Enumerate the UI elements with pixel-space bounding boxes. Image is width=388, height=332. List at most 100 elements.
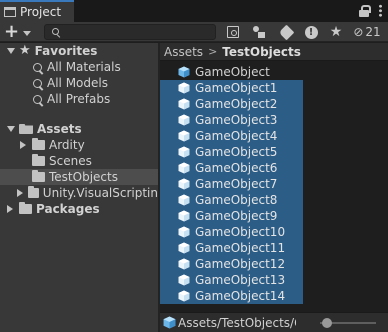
folder-icon bbox=[19, 202, 32, 214]
folder-icon bbox=[32, 154, 45, 166]
tree-favorite-item[interactable]: All Prefabs bbox=[0, 91, 158, 107]
create-button[interactable]: + bbox=[4, 23, 36, 41]
folder-tree: ★ Favorites All Materials All Models All… bbox=[0, 43, 158, 332]
asset-row[interactable]: GameObject3 bbox=[160, 112, 303, 128]
tree-folder-ardity[interactable]: Ardity bbox=[0, 137, 158, 153]
asset-row[interactable]: GameObject11 bbox=[160, 240, 303, 256]
collapse-arrow-icon[interactable] bbox=[16, 189, 23, 197]
tree-favorite-item[interactable]: All Materials bbox=[0, 59, 158, 75]
search-icon bbox=[52, 28, 59, 35]
search-by-type-button[interactable] bbox=[222, 23, 244, 41]
asset-row[interactable]: GameObject10 bbox=[160, 224, 303, 240]
folder-label: Unity.VisualScriptin bbox=[42, 186, 158, 200]
tab-project[interactable]: Project bbox=[0, 0, 74, 22]
favorite-label: All Models bbox=[47, 76, 108, 90]
expand-arrow-icon[interactable] bbox=[7, 48, 15, 54]
folder-icon bbox=[32, 170, 45, 182]
filter-by-type-button[interactable] bbox=[248, 23, 270, 41]
asset-row[interactable]: GameObject8 bbox=[160, 192, 303, 208]
icon-size-slider[interactable] bbox=[320, 318, 376, 328]
tree-packages[interactable]: Packages bbox=[0, 201, 158, 217]
folder-label: Scenes bbox=[49, 154, 92, 168]
breadcrumb: Assets > TestObjects bbox=[160, 43, 388, 61]
folder-icon bbox=[27, 186, 39, 198]
hidden-packages-count: 21 bbox=[365, 25, 381, 39]
tree-folder-visualscripting[interactable]: Unity.VisualScriptin bbox=[0, 185, 158, 201]
asset-label: GameObject1 bbox=[195, 81, 278, 95]
asset-label: GameObject10 bbox=[195, 225, 286, 239]
collapse-arrow-icon[interactable] bbox=[7, 205, 13, 213]
asset-row[interactable]: GameObject2 bbox=[160, 96, 303, 112]
asset-label: GameObject5 bbox=[195, 145, 278, 159]
asset-row[interactable]: GameObject7 bbox=[160, 176, 303, 192]
tree-assets[interactable]: Assets bbox=[0, 121, 158, 137]
filter-by-log-button[interactable]: ! bbox=[300, 23, 322, 41]
expand-arrow-icon[interactable] bbox=[7, 126, 15, 132]
asset-label: GameObject13 bbox=[195, 273, 286, 287]
search-input[interactable] bbox=[63, 25, 213, 39]
plus-icon: + bbox=[4, 21, 20, 42]
asset-row[interactable]: GameObject6 bbox=[160, 160, 303, 176]
slider-handle[interactable] bbox=[322, 318, 332, 328]
eye-slash-icon: ⊘ bbox=[353, 25, 364, 39]
cube-icon bbox=[178, 226, 190, 238]
breadcrumb-current[interactable]: TestObjects bbox=[222, 45, 301, 59]
status-bar: Assets/TestObjects/Gan bbox=[160, 312, 388, 332]
tree-folder-testobjects[interactable]: TestObjects bbox=[0, 169, 158, 185]
kebab-menu-icon[interactable] bbox=[379, 4, 382, 17]
asset-row[interactable]: GameObject12 bbox=[160, 256, 303, 272]
asset-row[interactable]: GameObject bbox=[160, 64, 388, 80]
asset-list: GameObject GameObject1 GameObject2 GameO… bbox=[160, 63, 388, 304]
favorite-label: All Prefabs bbox=[47, 92, 111, 106]
cube-icon bbox=[178, 258, 190, 270]
search-icon bbox=[33, 78, 42, 88]
asset-label: GameObject14 bbox=[195, 289, 286, 303]
asset-label: GameObject7 bbox=[195, 177, 278, 191]
selected-asset-path: Assets/TestObjects/Gan bbox=[178, 315, 296, 330]
asset-row[interactable]: GameObject13 bbox=[160, 272, 303, 288]
asset-label: GameObject11 bbox=[195, 241, 286, 255]
asset-row[interactable]: GameObject1 bbox=[160, 80, 303, 96]
project-toolbar: + ! ★ ⊘ 21 bbox=[0, 22, 388, 42]
cube-icon bbox=[178, 82, 190, 94]
tree-favorite-item[interactable]: All Models bbox=[0, 75, 158, 91]
asset-label: GameObject12 bbox=[195, 257, 286, 271]
cube-icon bbox=[178, 146, 190, 158]
cube-icon bbox=[178, 242, 190, 254]
asset-label: GameObject bbox=[195, 65, 270, 79]
breadcrumb-root[interactable]: Assets bbox=[164, 45, 203, 59]
lock-icon[interactable] bbox=[359, 4, 371, 17]
search-field[interactable] bbox=[44, 24, 216, 40]
breadcrumb-separator: > bbox=[208, 45, 218, 58]
search-icon bbox=[33, 62, 42, 72]
asset-row[interactable]: GameObject14 bbox=[160, 288, 303, 304]
asset-label: GameObject2 bbox=[195, 97, 278, 111]
asset-row[interactable]: GameObject9 bbox=[160, 208, 303, 224]
collapse-arrow-icon[interactable] bbox=[20, 141, 26, 149]
shapes-icon bbox=[252, 25, 266, 39]
folder-open-icon bbox=[19, 124, 33, 134]
cube-icon bbox=[178, 98, 190, 110]
asset-browser: Assets > TestObjects GameObject GameObje… bbox=[160, 43, 388, 332]
cube-icon bbox=[178, 162, 190, 174]
asset-row[interactable]: GameObject4 bbox=[160, 128, 303, 144]
cube-icon bbox=[178, 194, 190, 206]
asset-label: GameObject4 bbox=[195, 129, 278, 143]
tree-folder-scenes[interactable]: Scenes bbox=[0, 153, 158, 169]
folder-label: Ardity bbox=[49, 138, 85, 152]
tree-favorites[interactable]: ★ Favorites bbox=[0, 43, 158, 59]
save-search-button[interactable]: ★ bbox=[325, 23, 347, 41]
hidden-packages-toggle[interactable]: ⊘ 21 bbox=[349, 23, 385, 41]
asset-label: GameObject3 bbox=[195, 113, 278, 127]
filter-by-label-button[interactable] bbox=[275, 23, 297, 41]
cube-icon bbox=[178, 114, 190, 126]
tab-title: Project bbox=[20, 5, 62, 19]
cube-icon bbox=[178, 178, 190, 190]
packages-label: Packages bbox=[36, 202, 100, 216]
asset-row[interactable]: GameObject5 bbox=[160, 144, 303, 160]
asset-label: GameObject8 bbox=[195, 193, 278, 207]
folder-icon bbox=[32, 138, 45, 150]
assets-label: Assets bbox=[37, 122, 82, 136]
cube-icon bbox=[178, 274, 190, 286]
tag-icon bbox=[278, 24, 294, 40]
